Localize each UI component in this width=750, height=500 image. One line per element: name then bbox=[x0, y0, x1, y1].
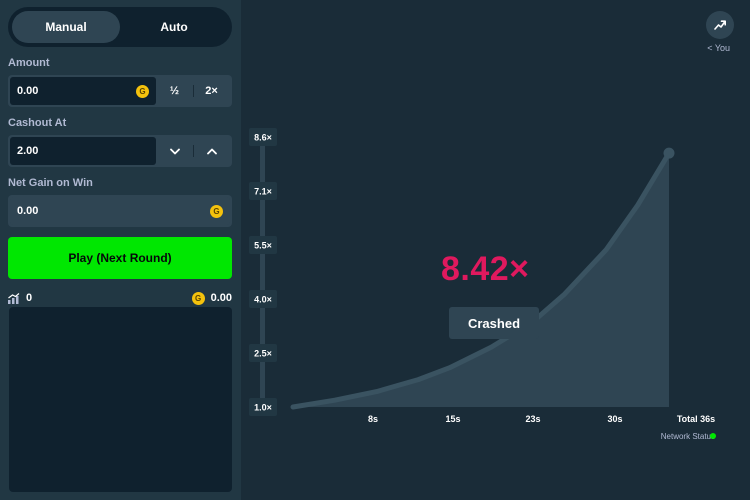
net-gain-group: 0.00 G bbox=[8, 195, 232, 227]
net-gain-value: 0.00 bbox=[17, 205, 39, 217]
x-tick-label: 15s bbox=[445, 414, 460, 424]
double-amount-button[interactable]: 2× bbox=[193, 77, 230, 105]
bets-list[interactable] bbox=[9, 307, 232, 492]
y-tick-label: 7.1× bbox=[254, 187, 272, 197]
chart-end-point bbox=[663, 147, 675, 159]
x-tick-label: 30s bbox=[607, 414, 622, 424]
cashout-group: 2.00 bbox=[8, 135, 232, 167]
crashed-badge: Crashed bbox=[449, 307, 539, 339]
mode-toggle: Manual Auto bbox=[8, 7, 232, 47]
x-tick-label: 8s bbox=[368, 414, 378, 424]
y-axis-bar bbox=[260, 132, 265, 415]
game-area: 8.6× 7.1× 5.5× 4.0× 2.5× 1.0× 8s 15s 23s 30s Total… bbox=[241, 0, 750, 500]
chevron-down-icon bbox=[169, 148, 180, 154]
cashout-input[interactable]: 2.00 bbox=[10, 137, 156, 165]
cashout-decrease-button[interactable] bbox=[156, 137, 193, 165]
coin-icon: G bbox=[136, 84, 149, 98]
tab-auto[interactable]: Auto bbox=[120, 11, 228, 43]
cashout-increase-button[interactable] bbox=[193, 137, 230, 165]
bet-stats: 0 G 0.00 bbox=[8, 291, 232, 305]
players-icon bbox=[8, 292, 20, 304]
trend-icon bbox=[714, 20, 726, 30]
amount-label: Amount bbox=[8, 57, 50, 69]
amount-value: 0.00 bbox=[17, 85, 39, 97]
coin-icon: G bbox=[210, 204, 223, 218]
crash-multiplier: 8.42× bbox=[441, 250, 530, 288]
you-label[interactable]: < You bbox=[707, 43, 730, 53]
network-status-label: Network Status bbox=[660, 432, 715, 441]
play-button[interactable]: Play (Next Round) bbox=[8, 237, 232, 279]
bet-sidebar: Manual Auto Amount 0.00 G ½ 2× Cashout A… bbox=[0, 0, 241, 500]
players-count: 0 bbox=[26, 292, 33, 304]
chevron-up-icon bbox=[206, 148, 217, 154]
live-stats-button[interactable] bbox=[706, 11, 734, 39]
y-tick-label: 1.0× bbox=[254, 403, 272, 413]
network-status-dot bbox=[710, 433, 716, 439]
cashout-label: Cashout At bbox=[8, 117, 67, 129]
y-tick-label: 2.5× bbox=[254, 349, 272, 359]
x-tick-label: Total 36s bbox=[677, 414, 715, 424]
amount-input[interactable]: 0.00 G bbox=[10, 77, 156, 105]
y-tick-label: 8.6× bbox=[254, 133, 272, 143]
amount-group: 0.00 G ½ 2× bbox=[8, 75, 232, 107]
half-amount-button[interactable]: ½ bbox=[156, 77, 193, 105]
net-gain-label: Net Gain on Win bbox=[8, 177, 93, 189]
net-gain-field: 0.00 G bbox=[10, 197, 230, 225]
cashout-value: 2.00 bbox=[17, 145, 39, 157]
coin-icon: G bbox=[191, 291, 205, 305]
total-bet-value: 0.00 bbox=[210, 292, 232, 304]
y-tick-label: 4.0× bbox=[254, 295, 272, 305]
y-tick-label: 5.5× bbox=[254, 241, 272, 251]
x-tick-label: 23s bbox=[525, 414, 540, 424]
tab-manual[interactable]: Manual bbox=[12, 11, 120, 43]
